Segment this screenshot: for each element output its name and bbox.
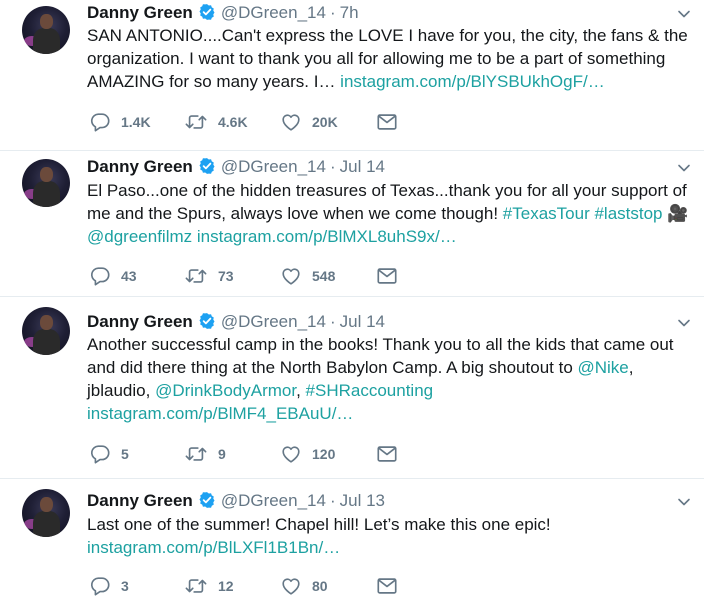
user-handle[interactable]: @DGreen_14 bbox=[221, 3, 326, 22]
like-button[interactable]: 548 bbox=[280, 264, 335, 288]
heart-icon bbox=[280, 265, 302, 287]
like-count: 80 bbox=[312, 578, 328, 594]
retweet-count: 73 bbox=[218, 268, 234, 284]
verified-badge-icon bbox=[198, 3, 216, 26]
timestamp[interactable]: 7h bbox=[340, 3, 359, 22]
envelope-icon bbox=[376, 575, 398, 597]
envelope-icon bbox=[376, 111, 398, 133]
retweet-count: 4.6K bbox=[218, 114, 248, 130]
timestamp[interactable]: Jul 14 bbox=[340, 312, 385, 331]
reply-count: 1.4K bbox=[121, 114, 151, 130]
separator-dot: · bbox=[329, 491, 336, 510]
avatar[interactable] bbox=[22, 159, 70, 207]
user-handle[interactable]: @DGreen_14 bbox=[221, 157, 326, 176]
reply-count: 3 bbox=[121, 578, 129, 594]
reply-icon bbox=[89, 265, 111, 287]
direct-message-button[interactable] bbox=[376, 264, 398, 288]
like-count: 548 bbox=[312, 268, 336, 284]
timestamp[interactable]: Jul 14 bbox=[340, 157, 385, 176]
retweet-icon bbox=[184, 265, 208, 287]
envelope-icon bbox=[376, 443, 398, 465]
display-name[interactable]: Danny Green bbox=[87, 312, 193, 331]
tweet-text: El Paso...one of the hidden treasures of… bbox=[87, 179, 695, 248]
separator-dot: · bbox=[329, 3, 336, 22]
like-count: 120 bbox=[312, 446, 336, 462]
reply-icon bbox=[89, 111, 111, 133]
tweet-link[interactable]: #TexasTour bbox=[503, 204, 590, 223]
chevron-down-icon[interactable] bbox=[677, 316, 691, 330]
heart-icon bbox=[280, 575, 302, 597]
separator-dot: · bbox=[329, 157, 336, 176]
direct-message-button[interactable] bbox=[376, 110, 398, 134]
avatar[interactable] bbox=[22, 489, 70, 537]
user-handle[interactable]: @DGreen_14 bbox=[221, 312, 326, 331]
tweet[interactable]: Danny Green @DGreen_14 · Jul 14 Another suc… bbox=[0, 297, 704, 479]
tweet-text: Last one of the summer! Chapel hill! Let… bbox=[87, 513, 695, 559]
tweet[interactable]: Danny Green @DGreen_14 · Jul 14 El Paso...o… bbox=[0, 151, 704, 297]
tweet[interactable]: Danny Green @DGreen_14 · Jul 13 Last one of… bbox=[0, 479, 704, 606]
reply-count: 43 bbox=[121, 268, 137, 284]
like-button[interactable]: 80 bbox=[280, 574, 328, 598]
retweet-icon bbox=[184, 111, 208, 133]
retweet-count: 9 bbox=[218, 446, 226, 462]
avatar[interactable] bbox=[22, 6, 70, 54]
tweet[interactable]: Danny Green @DGreen_14 · 7h SAN ANTONIO....… bbox=[0, 0, 704, 151]
separator-dot: · bbox=[329, 312, 336, 331]
tweet-link[interactable]: instagram.com/p/BlYSBUkhOgF/… bbox=[340, 72, 605, 91]
tweet-text-segment: Last one of the summer! Chapel hill! Let… bbox=[87, 515, 551, 534]
reply-button[interactable]: 3 bbox=[89, 574, 129, 598]
reply-icon bbox=[89, 443, 111, 465]
reply-button[interactable]: 1.4K bbox=[89, 110, 151, 134]
envelope-icon bbox=[376, 265, 398, 287]
tweet-text-segment: 🎥 bbox=[662, 204, 689, 223]
retweet-icon bbox=[184, 443, 208, 465]
display-name[interactable]: Danny Green bbox=[87, 3, 193, 22]
verified-badge-icon bbox=[198, 157, 216, 180]
timestamp[interactable]: Jul 13 bbox=[340, 491, 385, 510]
direct-message-button[interactable] bbox=[376, 442, 398, 466]
display-name[interactable]: Danny Green bbox=[87, 491, 193, 510]
tweet-link[interactable]: #SHRaccounting bbox=[306, 381, 434, 400]
user-handle[interactable]: @DGreen_14 bbox=[221, 491, 326, 510]
like-count: 20K bbox=[312, 114, 338, 130]
retweet-count: 12 bbox=[218, 578, 234, 594]
reply-button[interactable]: 5 bbox=[89, 442, 129, 466]
retweet-button[interactable]: 12 bbox=[184, 574, 234, 598]
tweet-header: Danny Green @DGreen_14 · Jul 14 bbox=[87, 312, 385, 332]
tweet-link[interactable]: instagram.com/p/BlLXFl1B1Bn/… bbox=[87, 538, 340, 557]
reply-button[interactable]: 43 bbox=[89, 264, 137, 288]
retweet-icon bbox=[184, 575, 208, 597]
chevron-down-icon[interactable] bbox=[677, 7, 691, 21]
tweet-header: Danny Green @DGreen_14 · Jul 13 bbox=[87, 491, 385, 511]
retweet-button[interactable]: 9 bbox=[184, 442, 226, 466]
tweet-header: Danny Green @DGreen_14 · 7h bbox=[87, 3, 359, 23]
display-name[interactable]: Danny Green bbox=[87, 157, 193, 176]
verified-badge-icon bbox=[198, 491, 216, 514]
tweet-text: Another successful camp in the books! Th… bbox=[87, 333, 695, 425]
tweet-link[interactable]: instagram.com/p/BlMF4_EBAuU/… bbox=[87, 404, 353, 423]
reply-icon bbox=[89, 575, 111, 597]
retweet-button[interactable]: 4.6K bbox=[184, 110, 248, 134]
reply-count: 5 bbox=[121, 446, 129, 462]
tweet-header: Danny Green @DGreen_14 · Jul 14 bbox=[87, 157, 385, 177]
tweet-link[interactable]: #laststop bbox=[594, 204, 662, 223]
verified-badge-icon bbox=[198, 312, 216, 335]
avatar[interactable] bbox=[22, 307, 70, 355]
like-button[interactable]: 120 bbox=[280, 442, 335, 466]
retweet-button[interactable]: 73 bbox=[184, 264, 234, 288]
like-button[interactable]: 20K bbox=[280, 110, 338, 134]
tweet-text: SAN ANTONIO....Can't express the LOVE I … bbox=[87, 24, 695, 93]
chevron-down-icon[interactable] bbox=[677, 161, 691, 175]
chevron-down-icon[interactable] bbox=[677, 495, 691, 509]
tweet-text-segment: , bbox=[296, 381, 306, 400]
tweet-link[interactable]: @DrinkBodyArmor bbox=[155, 381, 296, 400]
heart-icon bbox=[280, 443, 302, 465]
tweet-link[interactable]: @dgreenfilmz bbox=[87, 227, 192, 246]
tweet-link[interactable]: instagram.com/p/BlMXL8uhS9x/… bbox=[197, 227, 457, 246]
direct-message-button[interactable] bbox=[376, 574, 398, 598]
tweet-link[interactable]: @Nike bbox=[578, 358, 629, 377]
heart-icon bbox=[280, 111, 302, 133]
